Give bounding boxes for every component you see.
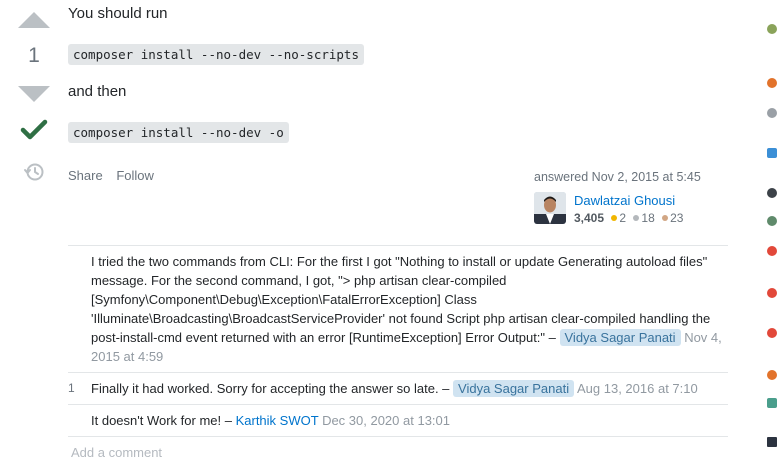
site-icon[interactable] — [767, 398, 777, 408]
downvote-arrow-icon[interactable] — [18, 86, 50, 102]
site-icon[interactable] — [767, 216, 777, 226]
bronze-badge-count: 23 — [670, 211, 684, 225]
vote-count: 1 — [28, 44, 40, 67]
comment-user-link[interactable]: Vidya Sagar Panati — [453, 380, 575, 397]
comments-list: I tried the two commands from CLI: For t… — [68, 245, 728, 437]
bronze-badge-icon — [662, 215, 669, 222]
site-icon[interactable] — [767, 328, 777, 338]
comment-item: 1 Finally it had worked. Sorry for accep… — [68, 373, 728, 405]
follow-link[interactable]: Follow — [116, 168, 154, 183]
site-icon[interactable] — [767, 370, 777, 380]
comment-text: It doesn't Work for me! — [91, 413, 222, 428]
user-card: Dawlatzai Ghousi 3,405 2 18 23 — [534, 192, 734, 228]
site-icon[interactable] — [767, 437, 777, 447]
comment-separator: – — [221, 413, 236, 428]
comment-body: It doesn't Work for me! – Karthik SWOT D… — [91, 405, 728, 436]
site-icon[interactable] — [767, 288, 777, 298]
answer-then-text: and then — [68, 83, 127, 100]
avatar[interactable] — [534, 192, 566, 224]
comment-text: Finally it had worked. Sorry for accepti… — [91, 381, 439, 396]
history-icon[interactable] — [23, 161, 45, 183]
user-reputation: 3,405 2 18 23 — [574, 211, 683, 225]
site-icon[interactable] — [767, 108, 777, 118]
upvote-arrow-icon[interactable] — [18, 12, 50, 28]
accepted-checkmark-icon[interactable] — [20, 116, 48, 144]
gold-badge-count: 2 — [619, 211, 627, 225]
silver-badge-count: 18 — [641, 211, 655, 225]
comment-score: 1 — [68, 381, 75, 395]
code-snippet-1: composer install --no-dev --no-scripts — [68, 44, 364, 65]
answer-intro-text: You should run — [68, 5, 168, 22]
share-link[interactable]: Share — [68, 168, 103, 183]
site-icon[interactable] — [767, 148, 777, 158]
comment-date[interactable]: Aug 13, 2016 at 7:10 — [577, 381, 698, 396]
silver-badge-icon — [633, 215, 640, 222]
user-signature: answered Nov 2, 2015 at 5:45 Dawlatzai G… — [534, 170, 734, 225]
site-icon[interactable] — [767, 188, 777, 198]
add-comment-link[interactable]: Add a comment — [71, 445, 162, 460]
code-snippet-2: composer install --no-dev -o — [68, 122, 289, 143]
comment-body: Finally it had worked. Sorry for accepti… — [91, 373, 728, 404]
comment-user-link[interactable]: Karthik SWOT — [236, 413, 319, 428]
comment-separator: – — [438, 381, 454, 396]
user-name-link[interactable]: Dawlatzai Ghousi — [574, 193, 675, 208]
comment-item: It doesn't Work for me! – Karthik SWOT D… — [68, 405, 728, 437]
comment-separator: – — [545, 330, 560, 345]
site-icon[interactable] — [767, 246, 777, 256]
site-icon[interactable] — [767, 78, 777, 88]
site-icon[interactable] — [767, 24, 777, 34]
gold-badge-icon — [611, 215, 618, 222]
answered-timestamp: answered Nov 2, 2015 at 5:45 — [534, 170, 701, 184]
comment-user-link[interactable]: Vidya Sagar Panati — [559, 329, 681, 346]
post-menu: Share Follow — [68, 168, 164, 183]
comment-date[interactable]: Dec 30, 2020 at 13:01 — [322, 413, 450, 428]
comment-body: I tried the two commands from CLI: For t… — [91, 246, 728, 372]
comment-item: I tried the two commands from CLI: For t… — [68, 246, 728, 373]
reputation-score: 3,405 — [574, 211, 605, 225]
sidebar-icon-strip — [763, 0, 777, 476]
